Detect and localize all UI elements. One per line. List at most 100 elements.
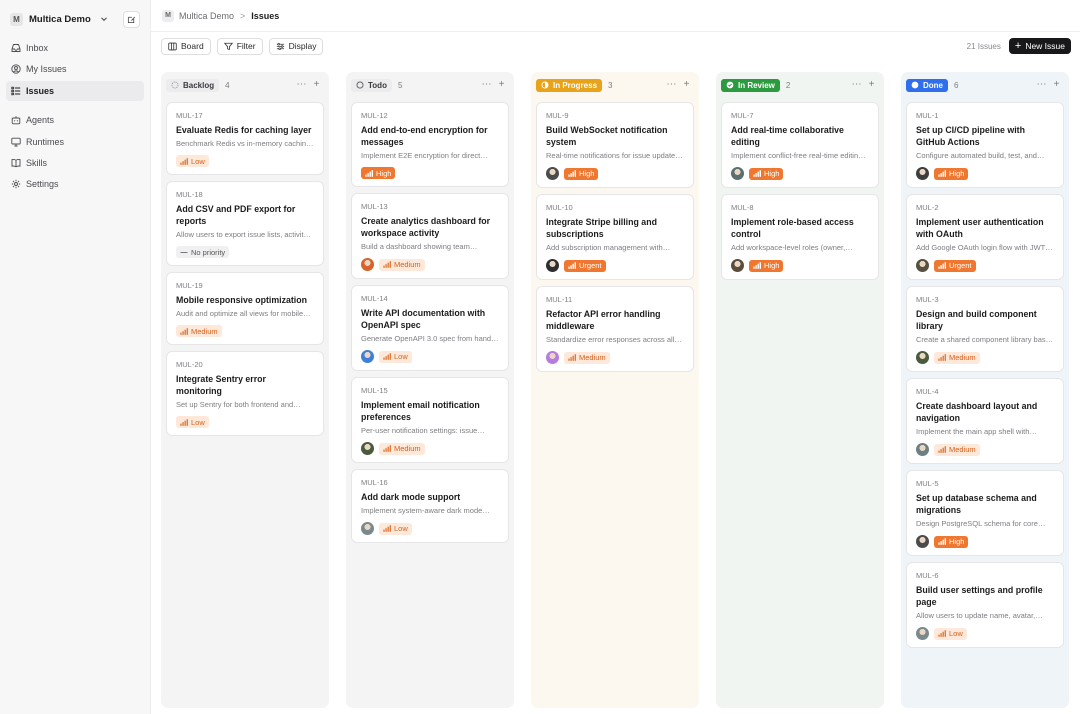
nav-gap [6, 102, 144, 110]
issue-description: Audit and optimize all views for mobile… [176, 309, 311, 318]
priority-badge[interactable]: Urgent [934, 259, 976, 272]
priority-badge[interactable]: No priority [176, 246, 230, 258]
avatar[interactable] [916, 351, 929, 364]
display-button[interactable]: Display [268, 37, 324, 55]
priority-badge[interactable]: High [564, 167, 599, 180]
status-pill[interactable]: In Review [721, 78, 780, 92]
more-icon[interactable]: ⋯ [664, 80, 679, 90]
avatar[interactable] [361, 258, 374, 271]
avatar[interactable] [731, 259, 744, 272]
column-count: 3 [608, 80, 613, 90]
board-view-button[interactable]: Board [161, 37, 211, 55]
avatar[interactable] [546, 351, 559, 364]
priority-badge[interactable]: Low [379, 522, 412, 535]
avatar[interactable] [361, 442, 374, 455]
issue-card[interactable]: MUL-1 Set up CI/CD pipeline with GitHub A… [906, 102, 1064, 188]
issue-card[interactable]: MUL-10 Integrate Stripe billing and subsc… [536, 194, 694, 280]
sidebar-item-runtimes[interactable]: Runtimes [6, 132, 144, 152]
issue-card[interactable]: MUL-2 Implement user authentication with … [906, 194, 1064, 280]
plus-icon[interactable]: + [309, 80, 324, 90]
avatar[interactable] [546, 167, 559, 180]
issue-id: MUL-13 [361, 202, 388, 211]
issue-card[interactable]: MUL-8 Implement role-based access control… [721, 194, 879, 280]
workspace-logo: M [10, 12, 23, 26]
issue-card[interactable]: MUL-5 Set up database schema and migratio… [906, 470, 1064, 556]
priority-badge[interactable]: Medium [379, 258, 425, 271]
filter-button[interactable]: Filter [216, 37, 263, 55]
priority-bars-icon [180, 157, 188, 165]
issue-card[interactable]: MUL-9 Build WebSocket notification system… [536, 102, 694, 188]
more-icon[interactable]: ⋯ [294, 80, 309, 90]
plus-icon[interactable]: + [864, 80, 879, 90]
priority-badge[interactable]: High [934, 167, 969, 180]
avatar[interactable] [916, 259, 929, 272]
priority-badge[interactable]: Medium [379, 442, 425, 455]
plus-icon[interactable]: + [1049, 80, 1064, 90]
avatar[interactable] [916, 535, 929, 548]
issue-card[interactable]: MUL-7 Add real-time collaborative editing… [721, 102, 879, 188]
workspace-switcher[interactable]: M Multica Demo [6, 8, 144, 30]
sidebar-item-label: My Issues [26, 64, 67, 75]
issue-card[interactable]: MUL-15 Implement email notification prefe… [351, 377, 509, 463]
column-count: 4 [225, 80, 230, 90]
priority-badge[interactable]: Urgent [564, 259, 606, 272]
sidebar-item-issues[interactable]: Issues [6, 80, 144, 101]
status-pill[interactable]: Done [906, 78, 948, 92]
more-icon[interactable]: ⋯ [479, 80, 494, 90]
priority-bars-icon [180, 327, 188, 335]
priority-badge[interactable]: High [749, 259, 784, 272]
breadcrumb-workspace[interactable]: Multica Demo [179, 11, 234, 21]
priority-badge[interactable]: Low [176, 155, 209, 167]
new-page-button[interactable] [123, 10, 140, 28]
priority-badge[interactable]: High [934, 535, 969, 548]
issue-card[interactable]: MUL-14 Write API documentation with OpenA… [351, 285, 509, 371]
issue-card[interactable]: MUL-11 Refactor API error handling middle… [536, 286, 694, 372]
issue-description: Allow users to update name, avatar,… [916, 611, 1043, 620]
plus-icon[interactable]: + [679, 80, 694, 90]
issue-title: Integrate Stripe billing and subscriptio… [546, 217, 657, 239]
priority-badge[interactable]: Medium [934, 443, 980, 456]
avatar[interactable] [361, 350, 374, 363]
issue-card[interactable]: MUL-17 Evaluate Redis for caching layer Be… [166, 102, 324, 175]
avatar[interactable] [361, 522, 374, 535]
issue-card[interactable]: MUL-3 Design and build component library C… [906, 286, 1064, 372]
priority-badge[interactable]: Low [934, 627, 967, 640]
priority-badge[interactable]: Low [176, 416, 209, 428]
issue-card[interactable]: MUL-18 Add CSV and PDF export for reports… [166, 181, 324, 266]
issue-id: MUL-16 [361, 478, 388, 487]
sidebar-item-settings[interactable]: Settings [6, 174, 144, 194]
more-icon[interactable]: ⋯ [849, 80, 864, 90]
issue-card[interactable]: MUL-12 Add end-to-end encryption for mess… [351, 102, 509, 187]
priority-badge[interactable]: Medium [934, 351, 980, 364]
priority-badge[interactable]: Low [379, 350, 412, 363]
avatar[interactable] [546, 259, 559, 272]
status-pill[interactable]: Todo [351, 78, 392, 92]
avatar[interactable] [916, 443, 929, 456]
priority-badge[interactable]: Medium [564, 351, 610, 364]
new-issue-button[interactable]: + New Issue [1008, 38, 1071, 54]
issue-footer: No priority [176, 246, 314, 258]
more-icon[interactable]: ⋯ [1034, 80, 1049, 90]
avatar[interactable] [731, 167, 744, 180]
issue-title: Add end-to-end encryption for messages [361, 125, 488, 147]
priority-badge[interactable]: High [361, 167, 396, 179]
issue-card[interactable]: MUL-20 Integrate Sentry error monitoring S… [166, 351, 324, 436]
priority-badge[interactable]: High [749, 167, 784, 180]
sidebar-item-inbox[interactable]: Inbox [6, 38, 144, 58]
status-pill[interactable]: Backlog [166, 78, 220, 92]
avatar[interactable] [916, 627, 929, 640]
plus-icon[interactable]: + [494, 80, 509, 90]
sidebar-item-my-issues[interactable]: My Issues [6, 59, 144, 79]
avatar[interactable] [916, 167, 929, 180]
issue-card[interactable]: MUL-4 Create dashboard layout and navigat… [906, 378, 1064, 464]
issue-title: Build user settings and profile page [916, 585, 1043, 607]
priority-badge[interactable]: Medium [176, 325, 222, 337]
sidebar-item-skills[interactable]: Skills [6, 153, 144, 173]
issue-card[interactable]: MUL-19 Mobile responsive optimization Audi… [166, 272, 324, 345]
issue-card[interactable]: MUL-16 Add dark mode support Implement sys… [351, 469, 509, 543]
sidebar-item-agents[interactable]: Agents [6, 110, 144, 130]
issue-description: Benchmark Redis vs in-memory caching… [176, 139, 314, 148]
issue-card[interactable]: MUL-13 Create analytics dashboard for wor… [351, 193, 509, 279]
issue-card[interactable]: MUL-6 Build user settings and profile pag… [906, 562, 1064, 648]
status-pill[interactable]: In Progress [536, 78, 603, 92]
